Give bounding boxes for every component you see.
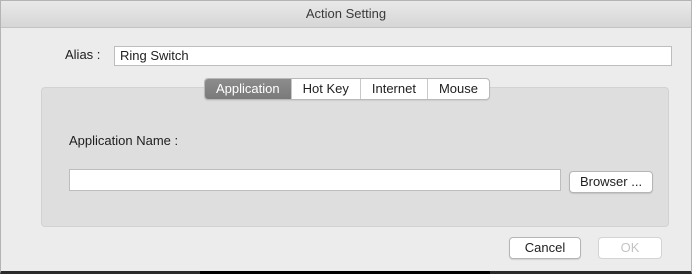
window-title: Action Setting <box>1 1 691 28</box>
tab-mouse[interactable]: Mouse <box>426 79 489 99</box>
tab-application[interactable]: Application <box>205 79 291 99</box>
tab-hot-key[interactable]: Hot Key <box>290 79 360 99</box>
action-type-tabs: Application Hot Key Internet Mouse <box>204 78 490 100</box>
alias-input[interactable]: Ring Switch <box>114 46 672 66</box>
tab-internet[interactable]: Internet <box>359 79 427 99</box>
action-panel <box>41 87 669 227</box>
browse-button[interactable]: Browser ... <box>569 171 653 193</box>
alias-label: Alias : <box>65 47 101 62</box>
ok-button[interactable]: OK <box>598 237 662 259</box>
action-setting-dialog: Action Setting Alias : Ring Switch Appli… <box>0 0 692 274</box>
application-name-label: Application Name : <box>69 133 179 148</box>
application-name-input[interactable] <box>69 169 561 191</box>
cancel-button[interactable]: Cancel <box>509 237 581 259</box>
